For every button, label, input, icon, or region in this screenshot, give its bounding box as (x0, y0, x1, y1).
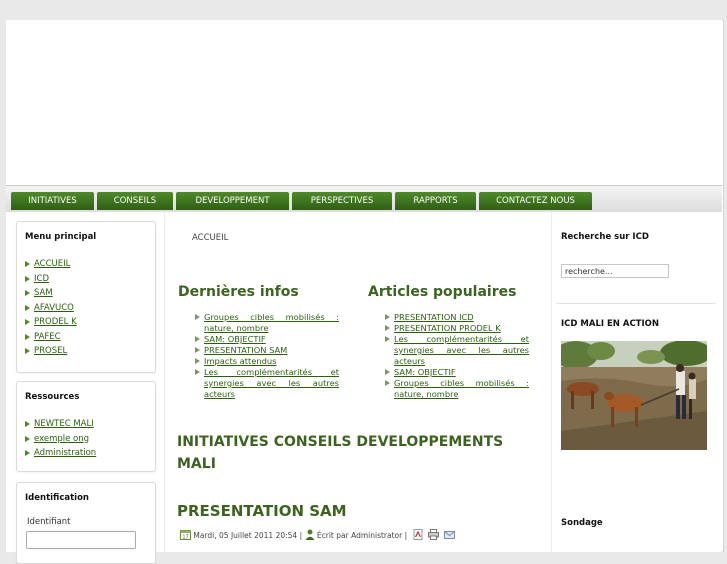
main-menu-item: PAFEC (25, 330, 77, 345)
username-label: Identifiant (27, 517, 71, 527)
latest-news-list: Groupes cibles mobilisés : nature, nombr… (195, 312, 339, 400)
latest-news-link[interactable]: Impacts attendus (204, 356, 339, 367)
popular-article-link[interactable]: SAM: OBJECTIF (394, 367, 529, 378)
author-icon (305, 529, 315, 540)
main-menu-item: AFAVUCO (25, 301, 77, 316)
field-oxen-image (561, 341, 707, 450)
article-meta: 17 Mardi, 05 Juillet 2011 20:54 | Écrit … (180, 529, 456, 541)
latest-news-item: SAM: OBJECTIF (195, 334, 339, 345)
article-author: Écrit par Administrator (316, 531, 403, 540)
resources-item: NEWTEC MALI (25, 417, 96, 432)
username-input[interactable] (26, 531, 136, 549)
popular-article-item: PRESENTATION ICD (385, 312, 529, 323)
resource-link-administration[interactable]: Administration (34, 448, 96, 458)
latest-news-item: Groupes cibles mobilisés : nature, nombr… (195, 312, 339, 334)
popular-article-link[interactable]: Les complémentarités et synergies avec l… (394, 334, 529, 367)
print-icon[interactable] (427, 529, 439, 540)
latest-news-link[interactable]: SAM: OBJECTIF (204, 334, 339, 345)
action-photo (561, 341, 707, 450)
menu-link-prodel-k[interactable]: PRODEL K (34, 317, 77, 327)
nav-tab-developpement[interactable]: DEVELOPPEMENT (176, 192, 289, 210)
resource-link-exemple-ong[interactable]: exemple ong (34, 434, 89, 444)
latest-news-item: Impacts attendus (195, 356, 339, 367)
login-box: Identification Identifiant (16, 482, 156, 564)
popular-article-item: SAM: OBJECTIF (385, 367, 529, 378)
latest-news-link[interactable]: PRESENTATION SAM (204, 345, 339, 356)
login-title: Identification (25, 493, 89, 503)
resources-list: NEWTEC MALI exemple ong Administration (25, 417, 96, 461)
right-divider (556, 303, 716, 304)
latest-news-item: PRESENTATION SAM (195, 345, 339, 356)
resources-title: Ressources (25, 392, 80, 402)
resources-item: exemple ong (25, 432, 96, 447)
menu-link-pafec[interactable]: PAFEC (34, 332, 61, 342)
popular-articles-title: Articles populaires (368, 284, 517, 300)
popular-article-link[interactable]: PRESENTATION ICD (394, 312, 529, 323)
email-icon[interactable] (444, 530, 456, 540)
popular-article-item: PRESENTATION PRODEL K (385, 323, 529, 334)
popular-article-item: Les complémentarités et synergies avec l… (385, 334, 529, 367)
main-menu-box: Menu principal ACCUEIL ICD SAM AFAVUCO P… (16, 221, 156, 373)
main-menu-item: PROSEL (25, 344, 77, 359)
nav-tab-contactez-nous[interactable]: CONTACTEZ NOUS (479, 192, 592, 210)
meta-separator: | (404, 531, 408, 540)
article-title[interactable]: PRESENTATION SAM (177, 502, 347, 520)
pdf-icon[interactable] (413, 529, 423, 540)
right-column-divider (551, 212, 552, 552)
nav-tab-conseils[interactable]: CONSEILS (97, 192, 173, 210)
calendar-icon: 17 (180, 530, 191, 541)
menu-link-accueil[interactable]: ACCUEIL (34, 259, 70, 269)
resource-link-newtec-mali[interactable]: NEWTEC MALI (34, 419, 94, 429)
latest-news-link[interactable]: Groupes cibles mobilisés : nature, nombr… (204, 312, 339, 334)
search-title: Recherche sur ICD (561, 232, 649, 242)
popular-article-item: Groupes cibles mobilisés : nature, nombr… (385, 378, 529, 400)
article-date: Mardi, 05 Juillet 2011 20:54 (193, 531, 298, 540)
main-menu-item: ICD (25, 272, 77, 287)
popular-article-link[interactable]: PRESENTATION PRODEL K (394, 323, 529, 334)
search-input[interactable] (561, 264, 669, 278)
meta-separator: | (299, 531, 303, 540)
left-column-divider (164, 212, 165, 552)
breadcrumb: ACCUEIL (192, 233, 229, 243)
action-title: ICD MALI EN ACTION (561, 319, 659, 329)
popular-article-link[interactable]: Groupes cibles mobilisés : nature, nombr… (394, 378, 529, 400)
menu-link-afavuco[interactable]: AFAVUCO (34, 303, 74, 313)
latest-news-item: Les complémentarités et synergies avec l… (195, 367, 339, 400)
main-menu-item: ACCUEIL (25, 257, 77, 272)
resources-box: Ressources NEWTEC MALI exemple ong Admin… (16, 381, 156, 472)
latest-news-link[interactable]: Les complémentarités et synergies avec l… (204, 367, 339, 400)
section-heading: INITIATIVES CONSEILS DEVELOPPEMENTS MALI (177, 434, 504, 472)
svg-text:17: 17 (182, 535, 188, 541)
poll-title: Sondage (561, 518, 603, 528)
latest-news-title: Dernières infos (178, 284, 299, 300)
menu-link-icd[interactable]: ICD (34, 274, 49, 284)
popular-articles-list: PRESENTATION ICD PRESENTATION PRODEL K L… (385, 312, 529, 400)
main-menu-title: Menu principal (25, 232, 97, 242)
resources-item: Administration (25, 446, 96, 461)
nav-tab-rapports[interactable]: RAPPORTS (395, 192, 476, 210)
header-banner (6, 20, 722, 185)
main-menu-item: PRODEL K (25, 315, 77, 330)
main-menu-item: SAM (25, 286, 77, 301)
nav-tab-perspectives[interactable]: PERSPECTIVES (292, 192, 392, 210)
main-menu-list: ACCUEIL ICD SAM AFAVUCO PRODEL K PAFEC P… (25, 257, 77, 359)
menu-link-sam[interactable]: SAM (34, 288, 53, 298)
menu-link-prosel[interactable]: PROSEL (34, 346, 67, 356)
nav-tab-initiatives[interactable]: INITIATIVES (11, 192, 94, 210)
